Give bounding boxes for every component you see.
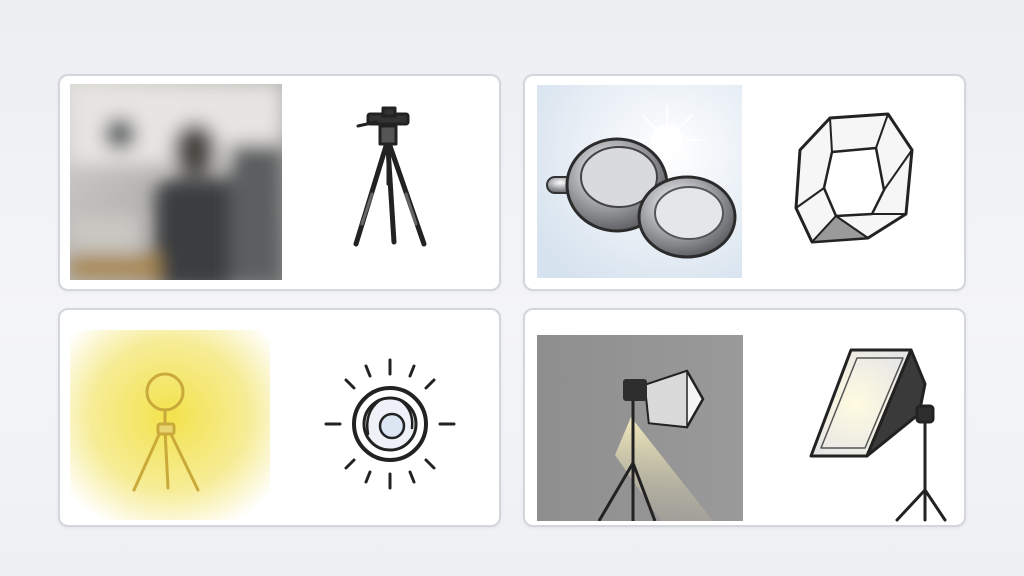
card-reflector[interactable] — [523, 74, 966, 291]
glowing-ring-light-photo — [70, 330, 270, 520]
softbox-diffuser-icon — [788, 110, 918, 250]
metal-reflector-bowls-photo — [537, 85, 742, 278]
card-softbox[interactable] — [523, 308, 966, 527]
blurred-studio-person-photo — [70, 84, 282, 280]
card-tripod[interactable] — [58, 74, 501, 291]
lens-sun-icon — [320, 354, 460, 494]
rectangular-softbox-icon — [807, 344, 947, 524]
softbox-on-stand-photo — [537, 335, 743, 521]
card-ring-light[interactable] — [58, 308, 501, 527]
tripod-icon — [328, 104, 458, 256]
